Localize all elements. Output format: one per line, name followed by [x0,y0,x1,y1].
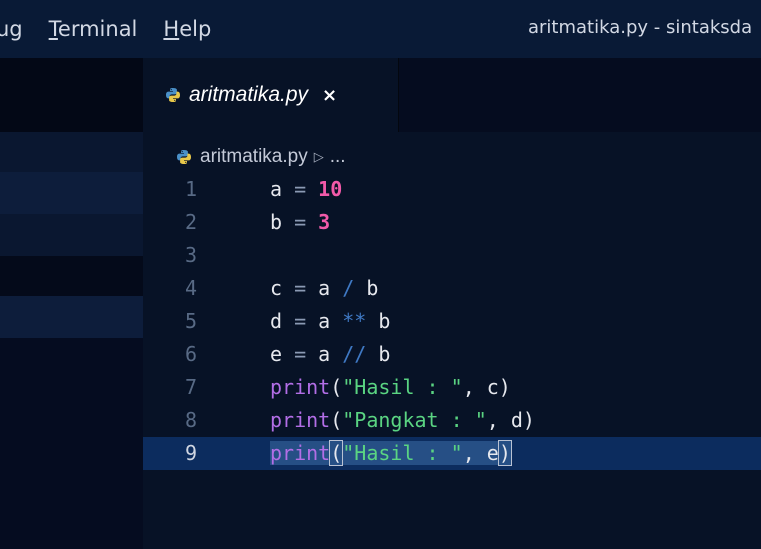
code-line[interactable]: 9 print("Hasil : ", e) [143,437,761,470]
code-token: ( [330,375,343,399]
code-line[interactable]: 3 [143,239,761,272]
code-token: b [270,210,283,234]
menu-terminal-label: erminal [57,17,138,41]
code-text: print("Pangkat : ", d) [270,404,535,437]
code-token: e [270,342,283,366]
python-file-icon [165,87,181,103]
code-token: / [330,276,367,300]
code-token: ) [497,440,512,466]
menu-terminal[interactable]: Terminal [49,17,138,41]
line-number: 9 [185,441,198,465]
code-line[interactable]: 7 print("Hasil : ", c) [143,371,761,404]
code-token: 10 [318,177,343,201]
code-token: , e [462,441,499,465]
menu-debug-label: ug [0,17,23,41]
tab-bar: aritmatika.py × [143,58,761,132]
menu-help-label: elp [179,17,212,41]
line-number: 6 [185,342,198,366]
close-icon[interactable]: × [322,85,337,106]
code-line[interactable]: 2 b = 3 [143,206,761,239]
menu-help-mnemonic: H [163,17,180,41]
code-token: print [270,408,331,432]
sidebar-row[interactable] [0,58,143,132]
code-token: b [378,309,391,333]
code-line[interactable]: 4 c = a / b [143,272,761,305]
code-token: = [282,276,319,300]
code-token: , c) [462,375,511,399]
code-token: ( [330,408,343,432]
window-title: aritmatika.py - sintaksda [528,17,753,38]
code-line[interactable]: 8 print("Pangkat : ", d) [143,404,761,437]
code-token: = [282,210,319,234]
code-token: d [270,309,283,333]
sidebar-row[interactable] [0,172,143,214]
code-token: b [378,342,391,366]
code-token: print [270,441,331,465]
code-text: print("Hasil : ", e) [270,437,512,470]
code-text: print("Hasil : ", c) [270,371,511,404]
menu-debug[interactable]: ug [0,17,23,41]
code-token: ** [330,309,379,333]
sidebar [0,58,143,549]
code-token: = [282,177,319,201]
code-text: a = 10 [270,173,342,206]
breadcrumb-more[interactable]: ... [330,146,346,168]
sidebar-row[interactable] [0,132,143,172]
line-number: 1 [185,177,198,201]
code-token: "Hasil : " [342,441,463,465]
menu-bar: ug Terminal Help aritmatika.py - sintaks… [0,0,761,58]
code-text: b = 3 [270,206,330,239]
code-editor[interactable]: aritmatika.py ▷ ... 1a = 10 2 b = 334c = a… [143,132,761,549]
code-token: a [318,309,331,333]
tab-aritmatika[interactable]: aritmatika.py × [143,58,399,132]
menu-terminal-mnemonic: T [48,17,58,41]
code-token: ( [329,440,344,466]
code-token: = [282,309,319,333]
code-token: a [318,276,331,300]
code-text: c = a / b [270,272,378,305]
sidebar-row[interactable] [0,296,143,338]
line-number: 5 [185,309,198,333]
code-token: 3 [318,210,331,234]
code-text: e = a // b [270,338,390,371]
chevron-right-icon: ▷ [313,149,324,164]
code-token: // [330,342,379,366]
code-token: , d) [486,408,535,432]
code-line[interactable]: 5 d = a ** b [143,305,761,338]
code-token: "Hasil : " [342,375,463,399]
code-token: a [318,342,331,366]
line-number: 2 [185,210,198,234]
breadcrumb-file[interactable]: aritmatika.py [200,146,308,168]
sidebar-row[interactable] [0,256,143,296]
line-number: 3 [185,243,198,267]
code-token: = [282,342,319,366]
line-number: 4 [185,276,198,300]
code-token: a [270,177,283,201]
code-line[interactable]: 6 e = a // b [143,338,761,371]
breadcrumb: aritmatika.py ▷ ... [176,146,346,168]
code-token: c [270,276,283,300]
tab-label: aritmatika.py [189,83,309,106]
code-line[interactable]: 1 a = 10 [143,173,761,206]
code-token: print [270,375,331,399]
sidebar-row[interactable] [0,214,143,256]
line-number: 7 [185,375,198,399]
code-token: b [366,276,379,300]
line-number: 8 [185,408,198,432]
code-token: "Pangkat : " [342,408,487,432]
code-text: d = a ** b [270,305,390,338]
python-file-icon [176,149,192,165]
menu-help[interactable]: Help [163,17,211,41]
